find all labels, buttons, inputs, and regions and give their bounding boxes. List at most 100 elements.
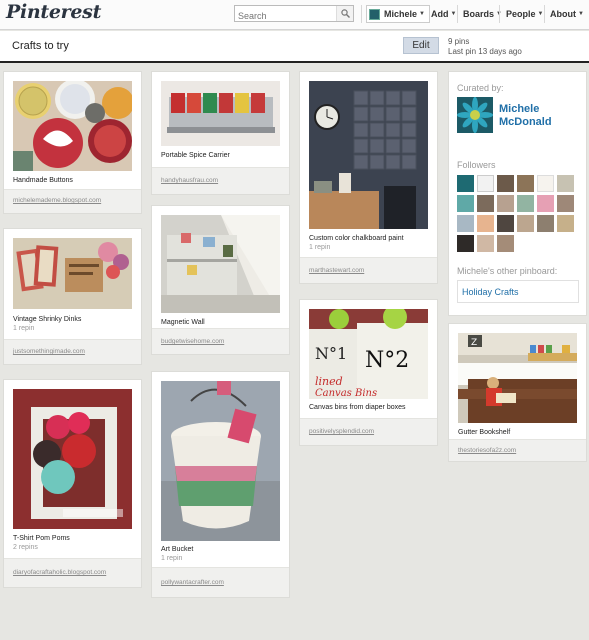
follower-avatar[interactable] xyxy=(537,215,554,232)
other-pinboard-link[interactable]: Holiday Crafts xyxy=(457,280,579,303)
pin-card[interactable]: Art Bucket 1 repin pollywantacrafter.com xyxy=(152,372,289,597)
pin-image[interactable] xyxy=(161,381,280,541)
svg-text:Canvas Bins: Canvas Bins xyxy=(315,388,377,399)
pin-count: 9 pins xyxy=(448,37,470,46)
boards-menu[interactable]: Boards▼ xyxy=(463,5,502,23)
follower-avatar[interactable] xyxy=(557,175,574,192)
pin-description: Art Bucket xyxy=(161,546,194,553)
repin-count: 1 repin xyxy=(309,244,331,251)
follower-avatar[interactable] xyxy=(537,195,554,212)
edit-board-button[interactable]: Edit xyxy=(403,37,439,54)
pin-description: Vintage Shrinky Dinks xyxy=(13,316,82,323)
pin-card[interactable]: N°1 N°2 lined Canvas Bins Canvas bins fr… xyxy=(300,300,437,445)
pin-card[interactable]: Magnetic Wall budgetwisehome.com xyxy=(152,206,289,354)
user-menu[interactable]: Michele ▼ xyxy=(366,5,430,23)
followers-label: Followers xyxy=(457,160,496,170)
follower-avatar[interactable] xyxy=(517,175,534,192)
people-label: People xyxy=(506,9,536,19)
pin-image[interactable]: Z xyxy=(458,333,577,423)
pin-description: Handmade Buttons xyxy=(13,177,73,184)
user-avatar xyxy=(369,8,380,20)
nav-divider xyxy=(361,5,362,23)
pin-source-link[interactable]: michelemademe.blogspot.com xyxy=(13,197,101,204)
pin-card[interactable]: Z Gutter Bookshelf thestoriesofa2z.com xyxy=(449,324,586,461)
follower-avatar[interactable] xyxy=(457,215,474,232)
boards-label: Boards xyxy=(463,9,495,19)
search-icon[interactable] xyxy=(336,6,353,21)
pin-image[interactable] xyxy=(161,215,280,313)
pin-footer: marthastewart.com xyxy=(300,257,437,283)
follower-avatar[interactable] xyxy=(517,215,534,232)
pin-image[interactable] xyxy=(13,81,132,171)
follower-avatar[interactable] xyxy=(537,175,554,192)
repin-count: 1 repin xyxy=(13,325,35,332)
board-stats: 9 pins Last pin 13 days ago xyxy=(448,37,522,57)
follower-avatar[interactable] xyxy=(497,175,514,192)
pin-source-link[interactable]: budgetwisehome.com xyxy=(161,338,224,345)
nav-divider xyxy=(499,5,500,23)
follower-avatar[interactable] xyxy=(557,215,574,232)
follower-avatar[interactable] xyxy=(457,175,474,192)
pin-description: Canvas bins from diaper boxes xyxy=(309,404,406,411)
pin-footer: michelemademe.blogspot.com xyxy=(4,189,141,213)
pin-source-link[interactable]: pollywantacrafter.com xyxy=(161,579,224,586)
pin-source-link[interactable]: positivelysplendid.com xyxy=(309,428,374,435)
nav-divider xyxy=(457,5,458,23)
search-box[interactable] xyxy=(234,5,354,24)
pin-footer: diaryofacraftaholic.blogspot.com xyxy=(4,558,141,587)
top-nav-bar: Pinterest Michele ▼ Add▼ Boards▼ People▼… xyxy=(0,0,589,30)
pin-card[interactable]: Handmade Buttons michelemademe.blogspot.… xyxy=(4,72,141,213)
add-menu[interactable]: Add ▼ xyxy=(431,5,456,23)
board-header: Crafts to try Edit 9 pins Last pin 13 da… xyxy=(0,31,589,63)
about-menu[interactable]: About ▼ xyxy=(550,5,584,23)
other-pinboard-label: Michele's other pinboard: xyxy=(457,266,558,276)
pin-card[interactable]: Portable Spice Carrier handyhausfrau.com xyxy=(152,72,289,194)
follower-avatar[interactable] xyxy=(477,195,494,212)
follower-avatar[interactable] xyxy=(457,195,474,212)
search-input[interactable] xyxy=(235,8,335,24)
chevron-down-icon: ▼ xyxy=(450,11,457,17)
pin-source-link[interactable]: thestoriesofa2z.com xyxy=(458,447,516,454)
pin-image[interactable] xyxy=(13,238,132,309)
people-menu[interactable]: People ▼ xyxy=(506,5,543,23)
follower-avatar[interactable] xyxy=(497,235,514,252)
follower-avatar[interactable] xyxy=(457,235,474,252)
pin-card[interactable]: T-Shirt Pom Poms 2 repins diaryofacrafta… xyxy=(4,380,141,587)
pin-source-link[interactable]: handyhausfrau.com xyxy=(161,177,218,184)
followers-grid xyxy=(457,175,575,252)
follower-avatar[interactable] xyxy=(497,195,514,212)
follower-avatar[interactable] xyxy=(557,195,574,212)
pin-description: Portable Spice Carrier xyxy=(161,152,230,159)
follower-avatar[interactable] xyxy=(517,195,534,212)
pin-footer: handyhausfrau.com xyxy=(152,167,289,194)
pin-source-link[interactable]: marthastewart.com xyxy=(309,267,364,274)
follower-avatar[interactable] xyxy=(477,215,494,232)
repin-count: 1 repin xyxy=(161,555,183,562)
curated-by-label: Curated by: xyxy=(457,83,504,93)
follower-avatar[interactable] xyxy=(497,215,514,232)
curator-avatar[interactable] xyxy=(457,97,493,133)
chevron-down-icon: ▼ xyxy=(419,11,425,17)
pin-image[interactable] xyxy=(161,81,280,146)
about-label: About xyxy=(550,9,576,19)
pin-image[interactable]: N°1 N°2 lined Canvas Bins xyxy=(309,309,428,399)
pin-description: T-Shirt Pom Poms xyxy=(13,535,70,542)
repin-count: 2 repins xyxy=(13,544,38,551)
pin-footer: justsomethingimade.com xyxy=(4,339,141,364)
svg-text:N°2: N°2 xyxy=(365,348,409,373)
pin-card[interactable]: Custom color chalkboard paint 1 repin ma… xyxy=(300,72,437,283)
pinterest-logo[interactable]: Pinterest xyxy=(6,1,101,23)
pin-image[interactable] xyxy=(13,389,132,529)
follower-avatar[interactable] xyxy=(477,235,494,252)
follower-avatar[interactable] xyxy=(477,175,494,192)
pin-footer: positivelysplendid.com xyxy=(300,418,437,445)
board-sidebar: Curated by: Michele McDonald Followers M… xyxy=(449,72,586,315)
pin-source-link[interactable]: justsomethingimade.com xyxy=(13,348,85,355)
pin-source-link[interactable]: diaryofacraftaholic.blogspot.com xyxy=(13,569,106,576)
svg-text:Z: Z xyxy=(471,338,477,348)
curator-name-link[interactable]: Michele McDonald xyxy=(499,103,579,129)
board-title: Crafts to try xyxy=(12,40,69,52)
pin-card[interactable]: Vintage Shrinky Dinks 1 repin justsometh… xyxy=(4,229,141,364)
nav-divider xyxy=(544,5,545,23)
pin-image[interactable] xyxy=(309,81,428,229)
